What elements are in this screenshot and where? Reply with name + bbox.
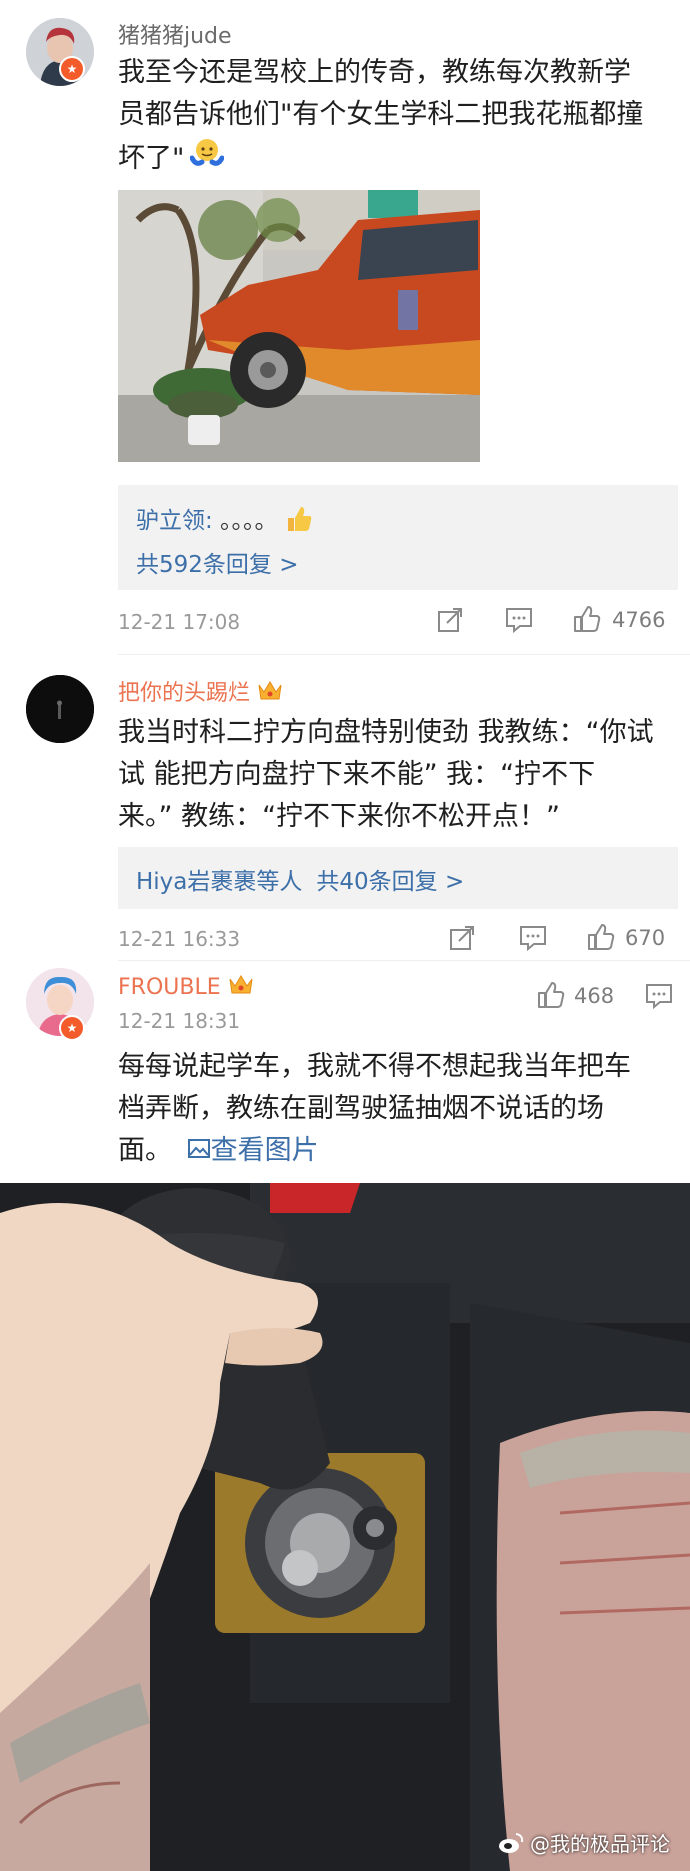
avatar[interactable]: [26, 675, 94, 743]
reply-preview[interactable]: Hiya岩裹裹等人 共40条回复 >: [136, 862, 464, 896]
post-image-car-crash[interactable]: [118, 190, 480, 462]
comment-text: 我当时科二拧方向盘特别使劲 我教练：“你试 试 能把方向盘拧下来不能” 我：“拧…: [118, 717, 654, 832]
verified-badge-icon: ★: [59, 1015, 85, 1041]
comment-icon[interactable]: [504, 606, 534, 638]
timestamp: 12-21 16:33: [118, 927, 241, 951]
username[interactable]: FROUBLE: [118, 972, 255, 1004]
thumbs-up-emoji-icon: [284, 504, 314, 540]
divider: [118, 654, 690, 655]
post-image-broken-gear-shift[interactable]: @我的极品评论: [0, 1183, 690, 1871]
share-icon[interactable]: [436, 606, 464, 638]
reply-preview-box[interactable]: Hiya岩裹裹等人 共40条回复 >: [118, 847, 678, 909]
reply-preview-box[interactable]: 驴立领: 。。。。 共592条回复 >: [118, 485, 678, 590]
comment-text: 每每说起学车，我就不得不想起我当年把车 档弄断，教练在副驾驶猛抽烟不说话的场 面…: [118, 1046, 678, 1173]
crown-icon: [227, 972, 255, 1004]
thumbs-up-icon[interactable]: [536, 980, 566, 1014]
crown-icon: [256, 678, 284, 710]
view-image-link[interactable]: 查看图片: [187, 1135, 319, 1166]
watermark: @我的极品评论: [498, 1828, 670, 1859]
like-count: 4766: [612, 608, 666, 632]
username[interactable]: 猪猪猪jude: [118, 18, 232, 50]
comment-icon[interactable]: [644, 982, 674, 1014]
reply-count-link[interactable]: 共40条回复 >: [316, 869, 464, 895]
reply-count-link[interactable]: 共592条回复 >: [136, 545, 298, 579]
shrug-emoji-icon: [189, 136, 225, 183]
thumbs-up-icon[interactable]: [586, 922, 616, 956]
weibo-logo-icon: [498, 1832, 524, 1859]
divider: [118, 960, 690, 961]
timestamp: 12-21 17:08: [118, 610, 241, 634]
share-icon[interactable]: [448, 924, 476, 956]
verified-badge-icon: ★: [59, 56, 85, 82]
view-image-icon: [187, 1131, 211, 1173]
thumbs-up-icon[interactable]: [572, 604, 602, 638]
like-count: 468: [574, 984, 615, 1008]
like-count: 670: [625, 926, 666, 950]
reply-preview[interactable]: 驴立领: 。。。。: [136, 501, 314, 540]
username[interactable]: 把你的头踢烂: [118, 675, 284, 710]
timestamp: 12-21 18:31: [118, 1009, 241, 1033]
comment-icon[interactable]: [518, 924, 548, 956]
comment-text: 我至今还是驾校上的传奇，教练每次教新学 员都告诉他们"有个女生学科二把我花瓶都撞…: [118, 52, 678, 183]
